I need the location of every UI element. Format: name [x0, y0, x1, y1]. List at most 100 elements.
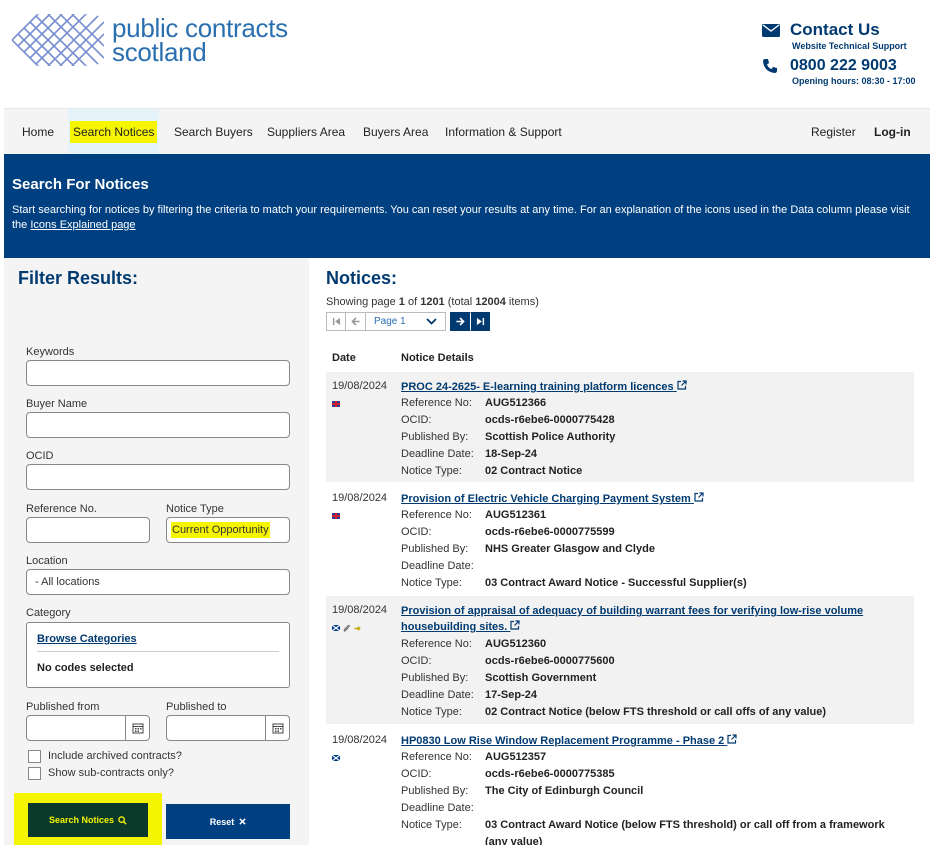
ref-label: Reference No: — [401, 638, 472, 650]
published-by-label: Published By: — [401, 672, 469, 684]
contact-block: Contact Us Website Technical Support 080… — [762, 20, 932, 86]
opening-hours: Opening hours: 08:30 - 17:00 — [792, 76, 916, 86]
published-by-label: Published By: — [401, 431, 469, 443]
brand-name[interactable]: public contracts scotland — [112, 15, 288, 65]
page-title: Search For Notices — [12, 176, 149, 193]
notice-fields: Reference No: AUG512361 OCID: ocds-r6ebe6-… — [401, 507, 747, 592]
nav-suppliers-area[interactable]: Suppliers Area — [267, 109, 345, 155]
scotland-flag-icon — [332, 625, 340, 631]
calendar-icon[interactable] — [125, 716, 149, 740]
notice-title-link[interactable]: HP0830 Low Rise Window Replacement Progr… — [401, 733, 901, 749]
last-page-button[interactable] — [470, 312, 490, 331]
summary-total: (total — [444, 296, 476, 308]
notice-row: 19/08/2024 Provision of appraisal of ade… — [326, 596, 914, 724]
deadline-label: Deadline Date: — [401, 802, 474, 814]
col-details-header: Notice Details — [401, 352, 474, 364]
arrow-right-icon — [354, 626, 361, 631]
nav-search-notices[interactable]: Search Notices — [68, 109, 160, 155]
published-by-value: NHS Greater Glasgow and Clyde — [485, 543, 655, 555]
notice-type-label: Notice Type — [166, 503, 224, 515]
notice-type-value: 02 Contract Notice (below FTS threshold … — [485, 706, 827, 718]
notice-date: 19/08/2024 — [332, 492, 388, 504]
notice-row: 19/08/2024 Provision of Electric Vehicle… — [326, 484, 914, 594]
notice-type-select[interactable]: Current Opportunity — [166, 517, 290, 543]
archived-checkbox[interactable] — [28, 750, 41, 763]
page-select-value: Page 1 — [374, 316, 406, 327]
notice-fields: Reference No: AUG512360 OCID: ocds-r6ebe6-… — [401, 636, 826, 721]
keywords-label: Keywords — [26, 346, 75, 358]
nav-register[interactable]: Register — [811, 109, 856, 155]
first-page-button[interactable] — [326, 312, 346, 331]
ocid-label: OCID — [26, 450, 54, 462]
notice-title-link[interactable]: PROC 24-2625- E-learning training platfo… — [401, 379, 901, 395]
notice-icons — [332, 625, 362, 632]
notice-type-label: Notice Type: — [401, 577, 462, 589]
ocid-label: OCID: — [401, 414, 432, 426]
search-highlight: Search Notices — [14, 793, 162, 845]
published-by-label: Published By: — [401, 543, 469, 555]
notice-title: PROC 24-2625- E-learning training platfo… — [401, 381, 674, 393]
published-to-input[interactable] — [166, 715, 290, 741]
filter-panel: Filter Results: Keywords Buyer Name OCID… — [4, 258, 309, 845]
ref-label: Reference No: — [401, 509, 472, 521]
reset-button-label: Reset — [209, 816, 235, 827]
keywords-input[interactable] — [26, 360, 290, 386]
summary-of: of — [404, 296, 421, 308]
external-link-icon — [727, 734, 737, 744]
notice-type-label: Notice Type: — [401, 819, 462, 831]
notice-fields: Reference No: AUG512366 OCID: ocds-r6ebe6-… — [401, 395, 615, 480]
contact-us-link[interactable]: Contact Us — [790, 20, 880, 40]
published-from-label: Published from — [26, 701, 100, 713]
prev-page-button[interactable] — [346, 312, 366, 331]
next-page-button[interactable] — [450, 312, 470, 331]
browse-categories-link[interactable]: Browse Categories — [37, 633, 279, 652]
icons-explained-link[interactable]: Icons Explained page — [30, 219, 135, 231]
published-to-label: Published to — [166, 701, 227, 713]
phone-icon — [763, 59, 777, 73]
subcontracts-checkbox[interactable] — [28, 767, 41, 780]
search-notices-button[interactable]: Search Notices — [28, 803, 148, 837]
notice-title-link[interactable]: Provision of appraisal of adequacy of bu… — [401, 603, 901, 635]
deadline-label: Deadline Date: — [401, 560, 474, 572]
ocid-value: ocds-r6ebe6-0000775428 — [485, 414, 615, 426]
notice-type-value: 03 Contract Award Notice - Successful Su… — [485, 577, 747, 589]
ocid-value: ocds-r6ebe6-0000775385 — [485, 768, 615, 780]
buyer-name-label: Buyer Name — [26, 398, 88, 410]
nav-buyers-area[interactable]: Buyers Area — [363, 109, 428, 155]
pcs-logo-icon[interactable] — [12, 14, 104, 66]
search-icon — [118, 815, 127, 825]
notice-title-link[interactable]: Provision of Electric Vehicle Charging P… — [401, 491, 901, 507]
published-from-input[interactable] — [26, 715, 150, 741]
calendar-icon[interactable] — [265, 716, 289, 740]
location-label: Location — [26, 555, 68, 567]
uk-flag-icon — [332, 401, 340, 407]
notice-icons — [332, 513, 340, 519]
ocid-input[interactable] — [26, 464, 290, 490]
notice-row: 19/08/2024 HP0830 Low Rise Window Replac… — [326, 726, 914, 845]
notice-row: 19/08/2024 PROC 24-2625- E-learning trai… — [326, 372, 914, 482]
banner-description: Start searching for notices by filtering… — [12, 204, 910, 231]
ocid-value: ocds-r6ebe6-0000775600 — [485, 655, 615, 667]
pagination: Page 1 — [326, 312, 490, 331]
nav-search-buyers[interactable]: Search Buyers — [174, 109, 253, 155]
published-by-label: Published By: — [401, 785, 469, 797]
deadline-value: 18-Sep-24 — [485, 448, 537, 460]
page-select[interactable]: Page 1 — [366, 312, 446, 331]
filter-title: Filter Results: — [18, 268, 139, 288]
category-box: Browse Categories No codes selected — [26, 622, 290, 688]
published-by-value: Scottish Police Authority — [485, 431, 616, 443]
no-codes-text: No codes selected — [37, 662, 134, 674]
nav-search-notices-label: Search Notices — [70, 121, 158, 143]
phone-number[interactable]: 0800 222 9003 — [790, 57, 897, 75]
nav-login[interactable]: Log-in — [874, 109, 911, 155]
notice-fields: Reference No: AUG512357 OCID: ocds-r6ebe6-… — [401, 749, 905, 845]
contact-sub: Website Technical Support — [792, 41, 907, 51]
reset-button[interactable]: Reset — [166, 804, 290, 839]
notice-type-value: Current Opportunity — [171, 522, 270, 538]
reference-input[interactable] — [26, 517, 150, 543]
nav-home[interactable]: Home — [22, 109, 54, 155]
close-icon — [239, 818, 246, 825]
location-select[interactable]: - All locations — [26, 569, 290, 595]
buyer-name-input[interactable] — [26, 412, 290, 438]
nav-information-support[interactable]: Information & Support — [445, 109, 562, 155]
